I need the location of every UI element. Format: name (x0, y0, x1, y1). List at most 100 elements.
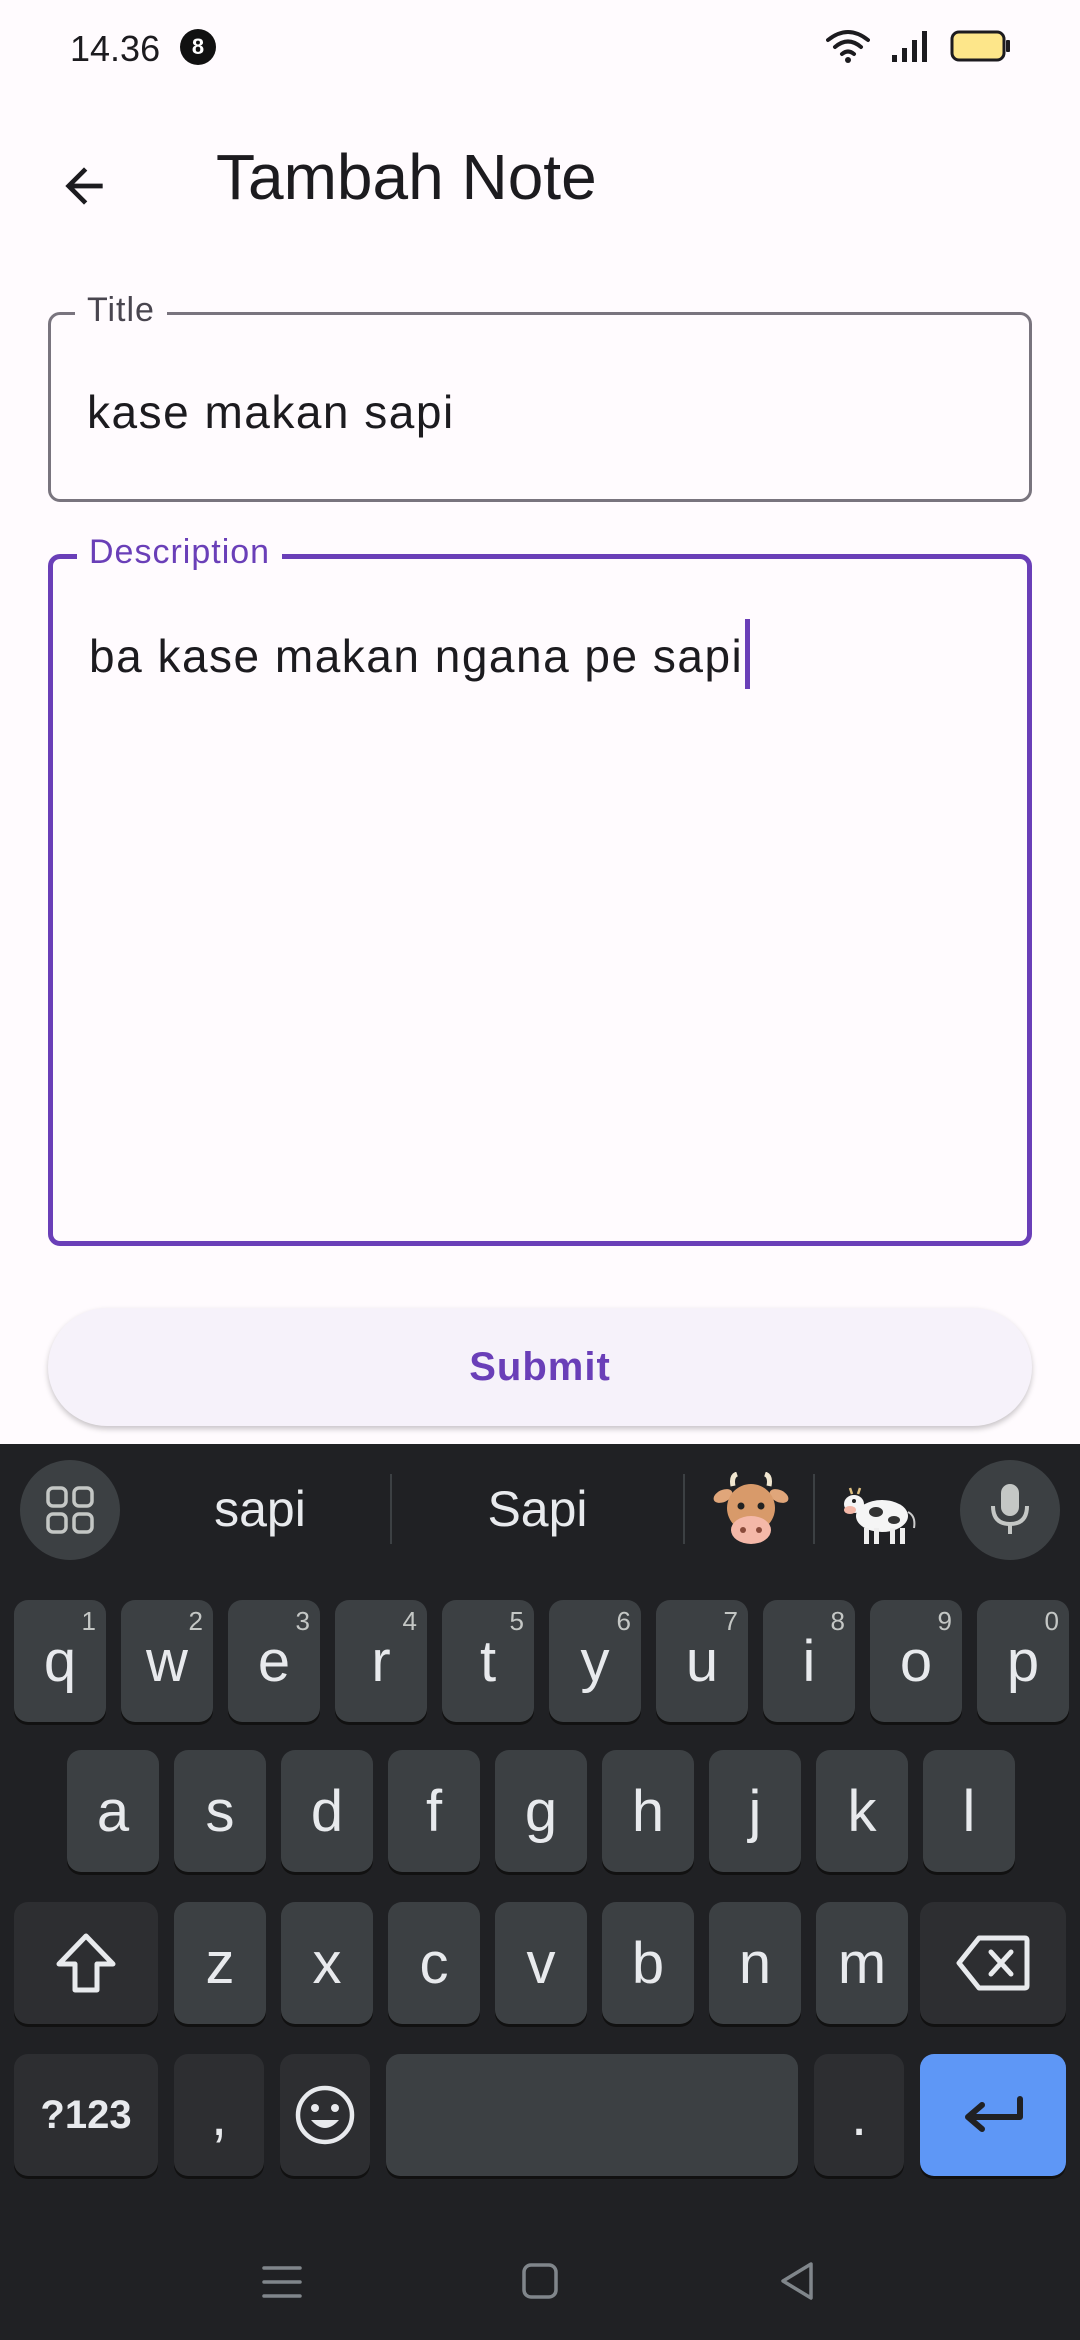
period-key[interactable]: . (814, 2054, 904, 2176)
key-c-label: c (419, 1930, 449, 1996)
key-s-label: s (205, 1778, 235, 1844)
key-p-hint: 0 (1044, 1606, 1059, 1636)
navigation-bar (0, 2220, 1080, 2340)
key-s[interactable]: s (174, 1750, 266, 1872)
key-p[interactable]: p0 (977, 1600, 1069, 1722)
recents-icon[interactable] (262, 2264, 302, 2300)
key-u-label: u (685, 1628, 719, 1694)
apps-grid-icon (46, 1486, 94, 1534)
description-field[interactable]: Description ba kase makan ngana pe sapi (48, 533, 1032, 1246)
enter-key[interactable] (920, 2054, 1066, 2176)
key-z-label: z (205, 1930, 235, 1996)
key-o[interactable]: o9 (870, 1600, 962, 1722)
key-l-label: l (962, 1778, 976, 1844)
title-field-value: kase makan sapi (87, 386, 455, 438)
status-icons (826, 28, 1012, 64)
battery-icon (950, 30, 1010, 62)
key-t[interactable]: t5 (442, 1600, 534, 1722)
key-t-label: t (479, 1628, 497, 1694)
key-a[interactable]: a (67, 1750, 159, 1872)
key-w[interactable]: w2 (121, 1600, 213, 1722)
submit-button-label: Submit (469, 1344, 611, 1389)
key-b-label: b (631, 1930, 665, 1996)
title-field[interactable]: Title kase makan sapi (48, 291, 1032, 502)
notification-badge: 8 (180, 29, 216, 65)
key-e-label: e (257, 1628, 291, 1694)
submit-button[interactable]: Submit (48, 1308, 1032, 1426)
key-g-label: g (524, 1778, 558, 1844)
voice-input-button[interactable] (960, 1460, 1060, 1560)
suggestion-1[interactable]: sapi (180, 1480, 340, 1538)
app-bar: Tambah Note (0, 96, 1080, 264)
key-t-hint: 5 (509, 1606, 524, 1636)
key-j[interactable]: j (709, 1750, 801, 1872)
microphone-icon (991, 1484, 1029, 1534)
key-k-label: k (847, 1778, 877, 1844)
keyboard-menu-button[interactable] (20, 1460, 120, 1560)
shift-arrow-icon (56, 1933, 116, 1993)
cow-emoji[interactable]: 🐄 (840, 1472, 920, 1552)
suggestion-divider (683, 1474, 685, 1544)
key-r[interactable]: r4 (335, 1600, 427, 1722)
key-u-hint: 7 (723, 1606, 738, 1636)
comma-key[interactable]: , (174, 2054, 264, 2176)
key-n-label: n (738, 1930, 772, 1996)
key-c[interactable]: c (388, 1902, 480, 2024)
page-title: Tambah Note (216, 141, 597, 213)
smiley-icon (295, 2085, 355, 2145)
key-d[interactable]: d (281, 1750, 373, 1872)
key-f-label: f (425, 1778, 443, 1844)
key-q-hint: 1 (81, 1606, 96, 1636)
symbols-key[interactable]: ?123 (14, 2054, 158, 2176)
shift-key[interactable] (14, 1902, 158, 2024)
key-e-hint: 3 (295, 1606, 310, 1636)
key-w-label: w (146, 1628, 188, 1694)
key-f[interactable]: f (388, 1750, 480, 1872)
backspace-icon (956, 1935, 1030, 1991)
text-cursor (745, 619, 751, 689)
status-time: 14.36 (70, 28, 161, 69)
wifi-icon (826, 30, 870, 63)
key-d-label: d (310, 1778, 344, 1844)
key-l[interactable]: l (923, 1750, 1015, 1872)
key-w-hint: 2 (188, 1606, 203, 1636)
title-field-label: Title (75, 291, 167, 330)
key-e[interactable]: e3 (228, 1600, 320, 1722)
signal-icon (892, 31, 927, 62)
suggestion-2[interactable]: Sapi (455, 1480, 620, 1538)
key-v[interactable]: v (495, 1902, 587, 2024)
key-q[interactable]: q1 (14, 1600, 106, 1722)
key-o-label: o (899, 1628, 933, 1694)
key-r-label: r (371, 1628, 391, 1694)
key-n[interactable]: n (709, 1902, 801, 2024)
back-button[interactable] (36, 138, 132, 234)
suggestion-divider (390, 1474, 392, 1544)
suggestion-bar: sapi Sapi 🐮 🐄 (0, 1444, 1080, 1572)
key-g[interactable]: g (495, 1750, 587, 1872)
key-a-label: a (96, 1778, 130, 1844)
key-x[interactable]: x (281, 1902, 373, 2024)
key-v-label: v (526, 1930, 556, 1996)
key-u[interactable]: u7 (656, 1600, 748, 1722)
suggestion-divider (813, 1474, 815, 1544)
key-y-hint: 6 (616, 1606, 631, 1636)
key-b[interactable]: b (602, 1902, 694, 2024)
back-triangle-icon[interactable] (779, 2260, 815, 2302)
key-y-label: y (580, 1628, 610, 1694)
key-o-hint: 9 (937, 1606, 952, 1636)
key-p-label: p (1006, 1628, 1040, 1694)
space-key[interactable] (386, 2054, 798, 2176)
home-icon[interactable] (521, 2262, 559, 2300)
backspace-key[interactable] (920, 1902, 1066, 2024)
key-m-label: m (837, 1930, 887, 1996)
key-h[interactable]: h (602, 1750, 694, 1872)
key-k[interactable]: k (816, 1750, 908, 1872)
description-field-content: ba kase makan ngana pe sapi (89, 619, 751, 695)
key-i-label: i (802, 1628, 816, 1694)
key-m[interactable]: m (816, 1902, 908, 2024)
key-i[interactable]: i8 (763, 1600, 855, 1722)
emoji-key[interactable] (280, 2054, 370, 2176)
key-z[interactable]: z (174, 1902, 266, 2024)
key-y[interactable]: y6 (549, 1600, 641, 1722)
cow-face-emoji[interactable]: 🐮 (711, 1472, 791, 1552)
